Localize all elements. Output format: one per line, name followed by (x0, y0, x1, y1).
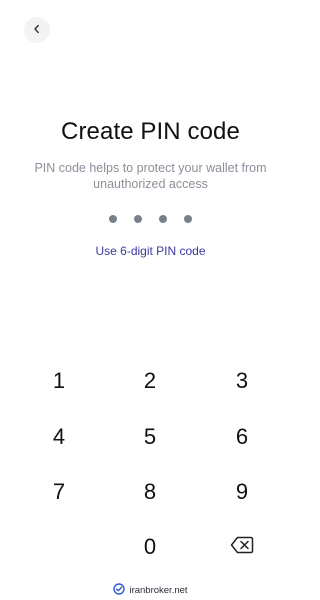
key-0[interactable]: 0 (120, 523, 180, 571)
key-6[interactable]: 6 (212, 413, 272, 461)
key-1[interactable]: 1 (29, 357, 89, 405)
chevron-left-icon (32, 21, 42, 39)
backspace-button[interactable] (212, 523, 272, 571)
key-8[interactable]: 8 (120, 468, 180, 516)
pin-dot (184, 215, 192, 223)
key-3[interactable]: 3 (212, 357, 272, 405)
footer-brand: iranbroker.net (129, 585, 188, 596)
key-4[interactable]: 4 (29, 413, 89, 461)
pin-dot (109, 215, 117, 223)
pin-dot (159, 215, 167, 223)
back-button[interactable] (24, 17, 50, 43)
pin-indicator (0, 215, 301, 223)
footer-watermark: iranbroker.net (0, 583, 301, 598)
check-badge-icon (113, 583, 126, 598)
page-title: Create PIN code (61, 118, 240, 145)
key-2[interactable]: 2 (120, 357, 180, 405)
use-6-digit-pin-link[interactable]: Use 6-digit PIN code (0, 244, 301, 258)
backspace-icon (230, 534, 254, 560)
key-5[interactable]: 5 (120, 413, 180, 461)
key-9[interactable]: 9 (212, 468, 272, 516)
key-7[interactable]: 7 (29, 468, 89, 516)
pin-dot (134, 215, 142, 223)
page-subtitle: PIN code helps to protect your wallet fr… (34, 161, 267, 191)
